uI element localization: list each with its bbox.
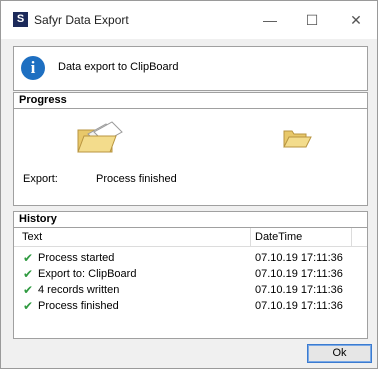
window-title: Safyr Data Export xyxy=(34,13,129,27)
ok-button[interactable]: Ok xyxy=(307,344,372,363)
column-text[interactable]: Text xyxy=(22,231,42,243)
history-row[interactable]: ✔ Process finished 07.10.19 17:11:36 xyxy=(14,298,367,314)
history-row[interactable]: ✔ Export to: ClipBoard 07.10.19 17:11:36 xyxy=(14,266,367,282)
maximize-button[interactable]: ☐ xyxy=(291,1,333,39)
history-row[interactable]: ✔ 4 records written 07.10.19 17:11:36 xyxy=(14,282,367,298)
history-text: 4 records written xyxy=(38,284,120,296)
progress-section: Progress Export: Process finished xyxy=(13,92,368,206)
history-text: Process finished xyxy=(38,300,119,312)
history-section: History Text DateTime ✔ Process started … xyxy=(13,211,368,339)
info-icon: i xyxy=(21,56,45,80)
column-divider[interactable] xyxy=(351,228,352,246)
history-text: Export to: ClipBoard xyxy=(38,268,137,280)
info-panel: i Data export to ClipBoard xyxy=(13,46,368,91)
history-datetime: 07.10.19 17:11:36 xyxy=(255,268,343,280)
check-icon: ✔ xyxy=(23,283,34,297)
history-text: Process started xyxy=(38,252,115,264)
folder-with-papers-icon xyxy=(77,121,123,153)
info-message: Data export to ClipBoard xyxy=(58,61,179,73)
check-icon: ✔ xyxy=(23,251,34,265)
progress-header: Progress xyxy=(14,93,367,109)
check-icon: ✔ xyxy=(23,267,34,281)
column-divider[interactable] xyxy=(250,228,251,246)
open-folder-icon xyxy=(283,130,312,148)
history-datetime: 07.10.19 17:11:36 xyxy=(255,252,343,264)
export-status: Process finished xyxy=(96,173,177,185)
minimize-button[interactable]: — xyxy=(249,1,291,39)
column-datetime[interactable]: DateTime xyxy=(255,231,302,243)
export-dialog: S Safyr Data Export — ☐ ✕ i Data export … xyxy=(0,0,378,369)
history-datetime: 07.10.19 17:11:36 xyxy=(255,300,343,312)
history-column-header: Text DateTime xyxy=(14,228,367,247)
export-label: Export: xyxy=(23,173,58,185)
close-button[interactable]: ✕ xyxy=(335,1,377,39)
history-header: History xyxy=(14,212,367,228)
check-icon: ✔ xyxy=(23,299,34,313)
app-icon: S xyxy=(13,12,28,27)
history-row[interactable]: ✔ Process started 07.10.19 17:11:36 xyxy=(14,250,367,266)
history-datetime: 07.10.19 17:11:36 xyxy=(255,284,343,296)
title-bar[interactable]: S Safyr Data Export — ☐ ✕ xyxy=(1,1,377,39)
